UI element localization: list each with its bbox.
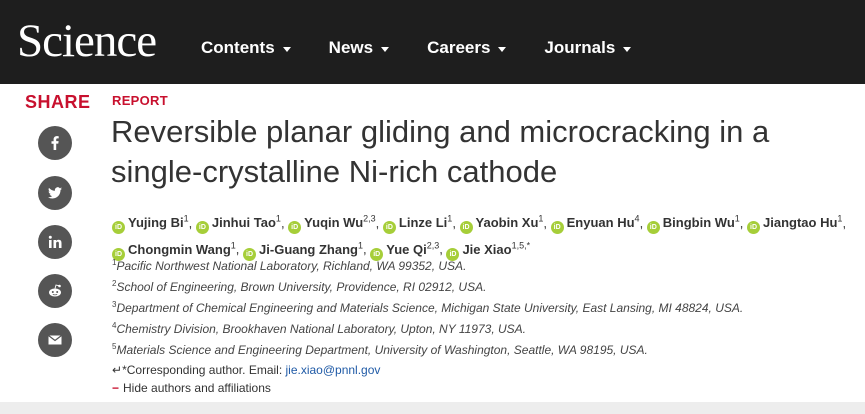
author-link[interactable]: iD Yue Qi2,3 xyxy=(370,240,440,261)
affiliation-text: Chemistry Division, Brookhaven National … xyxy=(116,322,526,336)
orcid-icon: iD xyxy=(747,221,761,235)
top-navigation-bar: Science Contents News Careers Journals xyxy=(0,0,865,84)
affiliation-3: 3Department of Chemical Engineering and … xyxy=(112,300,743,315)
share-facebook-button[interactable] xyxy=(38,126,72,160)
corresponding-author: ↵*Corresponding author. Email: jie.xiao@… xyxy=(112,363,380,377)
author-name: Yuqin Wu xyxy=(304,215,364,231)
author-link[interactable]: iD Enyuan Hu4 xyxy=(550,214,640,235)
author-link[interactable]: iD Yaobin Xu1 xyxy=(459,214,544,235)
author-name: Chongmin Wang xyxy=(128,241,231,257)
author-link[interactable]: iD Jinhui Tao1 xyxy=(195,214,281,235)
author-name: Jie Xiao xyxy=(462,241,512,257)
author-name: Ji-Guang Zhang xyxy=(259,241,358,257)
author-link[interactable]: iD Yuqin Wu2,3 xyxy=(288,214,376,235)
chevron-down-icon xyxy=(282,47,291,52)
article-title: Reversible planar gliding and microcrack… xyxy=(111,114,770,189)
author-name: Yaobin Xu xyxy=(475,215,539,231)
nav-journals[interactable]: Journals xyxy=(544,38,632,58)
author-affiliation-sup: 1 xyxy=(837,214,843,224)
chevron-down-icon xyxy=(381,47,390,52)
affiliation-2: 2School of Engineering, Brown University… xyxy=(112,279,486,294)
orcid-icon: iD xyxy=(382,221,396,235)
reddit-icon xyxy=(49,284,61,297)
bottom-divider xyxy=(0,402,865,414)
nav-careers[interactable]: Careers xyxy=(427,38,507,58)
affiliation-text: School of Engineering, Brown University,… xyxy=(116,280,487,294)
affiliation-4: 4Chemistry Division, Brookhaven National… xyxy=(112,321,526,336)
author-affiliation-sup: 2,3 xyxy=(426,240,440,251)
affiliation-text: Materials Science and Engineering Depart… xyxy=(116,343,648,357)
hide-authors-label: Hide authors and affiliations xyxy=(123,381,271,395)
nav-contents[interactable]: Contents xyxy=(201,38,291,58)
nav-careers-label: Careers xyxy=(427,38,491,57)
hide-authors-toggle[interactable]: − Hide authors and affiliations xyxy=(112,381,271,395)
orcid-icon: iD xyxy=(112,221,125,235)
author-name: Jiangtao Hu xyxy=(763,215,838,231)
corresponding-email-link[interactable]: jie.xiao@pnnl.gov xyxy=(286,363,381,377)
share-label: SHARE xyxy=(25,92,91,112)
author-list: iD Yujing Bi1, iD Jinhui Tao1, iD Yuqin Wu2… xyxy=(112,208,857,261)
author-link[interactable]: iD Yujing Bi1 xyxy=(112,214,189,235)
orcid-icon: iD xyxy=(459,221,473,235)
nav-news[interactable]: News xyxy=(328,38,390,58)
share-email-button[interactable] xyxy=(38,323,72,357)
author-link[interactable]: iD Bingbin Wu1 xyxy=(646,214,740,235)
author-affiliation-sup: 1 xyxy=(183,214,189,224)
return-arrow-icon: ↵ xyxy=(112,363,123,377)
share-twitter-button[interactable] xyxy=(38,176,72,210)
share-reddit-button[interactable] xyxy=(38,274,72,308)
nav-journals-label: Journals xyxy=(544,38,616,57)
author-name: Yue Qi xyxy=(386,241,427,257)
author-link[interactable]: iD Linze Li1 xyxy=(382,214,453,235)
author-name: Linze Li xyxy=(398,215,448,231)
author-affiliation-sup: 1 xyxy=(734,214,740,224)
author-name: Jinhui Tao xyxy=(211,215,276,231)
chevron-down-icon xyxy=(623,47,632,52)
share-linkedin-button[interactable] xyxy=(38,225,72,259)
article-type-label: REPORT xyxy=(112,93,168,108)
author-affiliation-sup: 1 xyxy=(357,240,363,251)
orcid-icon: iD xyxy=(550,221,564,235)
author-affiliation-sup: 1 xyxy=(538,214,544,224)
author-link[interactable]: iD Chongmin Wang1 xyxy=(112,240,236,261)
linkedin-icon xyxy=(48,235,62,248)
nav-contents-label: Contents xyxy=(201,38,275,57)
author-link[interactable]: iD Ji-Guang Zhang1 xyxy=(243,240,363,261)
orcid-icon: iD xyxy=(195,221,209,235)
author-affiliation-sup: 2,3 xyxy=(363,214,376,224)
corresponding-prefix: *Corresponding author. Email: xyxy=(122,363,286,377)
author-name: Yujing Bi xyxy=(128,215,184,231)
email-icon xyxy=(48,335,62,345)
chevron-down-icon xyxy=(498,47,507,52)
author-link[interactable]: iD Jiangtao Hu1 xyxy=(747,214,843,235)
author-name: Bingbin Wu xyxy=(662,215,735,231)
affiliation-1: 1Pacific Northwest National Laboratory, … xyxy=(112,258,466,273)
author-link[interactable]: iD Jie Xiao1,5,* xyxy=(446,240,531,261)
orcid-icon: iD xyxy=(288,221,302,235)
affiliation-text: Pacific Northwest National Laboratory, R… xyxy=(116,259,467,273)
main-nav: Contents News Careers Journals xyxy=(201,38,632,58)
affiliation-5: 5Materials Science and Engineering Depar… xyxy=(112,342,648,357)
author-affiliation-sup: 1 xyxy=(275,214,281,224)
author-affiliation-sup: 4 xyxy=(634,214,640,224)
author-name: Enyuan Hu xyxy=(566,215,635,231)
orcid-icon: iD xyxy=(646,221,660,235)
affiliation-text: Department of Chemical Engineering and M… xyxy=(116,301,744,315)
author-affiliation-sup: 1 xyxy=(230,240,236,251)
twitter-icon xyxy=(48,187,62,199)
author-affiliation-sup: 1 xyxy=(447,214,453,224)
author-affiliation-sup: 1,5,* xyxy=(511,240,531,251)
facebook-icon xyxy=(51,136,59,150)
science-logo[interactable]: Science xyxy=(17,16,157,66)
minus-icon: − xyxy=(112,381,120,395)
nav-news-label: News xyxy=(328,38,374,57)
